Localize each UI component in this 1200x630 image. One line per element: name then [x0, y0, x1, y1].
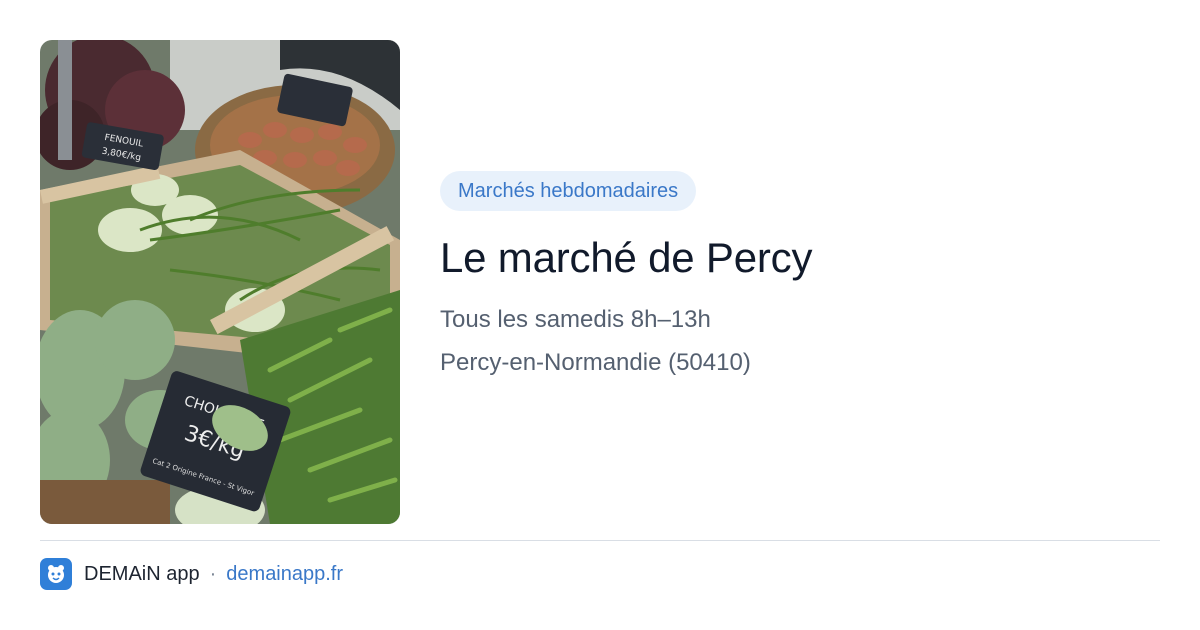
- category-badge[interactable]: Marchés hebdomadaires: [440, 171, 697, 211]
- location-text: Percy-en-Normandie (50410): [440, 349, 751, 376]
- card-content: Marchés hebdomadaires Le marché de Percy…: [440, 171, 1160, 378]
- footer-url-link[interactable]: demainapp.fr: [226, 563, 343, 586]
- footer-divider: [40, 540, 1160, 541]
- footer-separator: ·: [209, 562, 217, 585]
- demain-app-logo-icon: [40, 558, 72, 590]
- footer: DEMAiN app · demainapp.fr: [40, 558, 343, 590]
- page-title: Le marché de Percy: [440, 234, 813, 281]
- market-photo: FENOUIL 3,80€/kg CHOU-RAVE 3€/kg Cat 2 O…: [40, 40, 400, 524]
- footer-brand: DEMAiN app: [84, 562, 200, 585]
- schedule-text: Tous les samedis 8h–13h: [440, 306, 711, 333]
